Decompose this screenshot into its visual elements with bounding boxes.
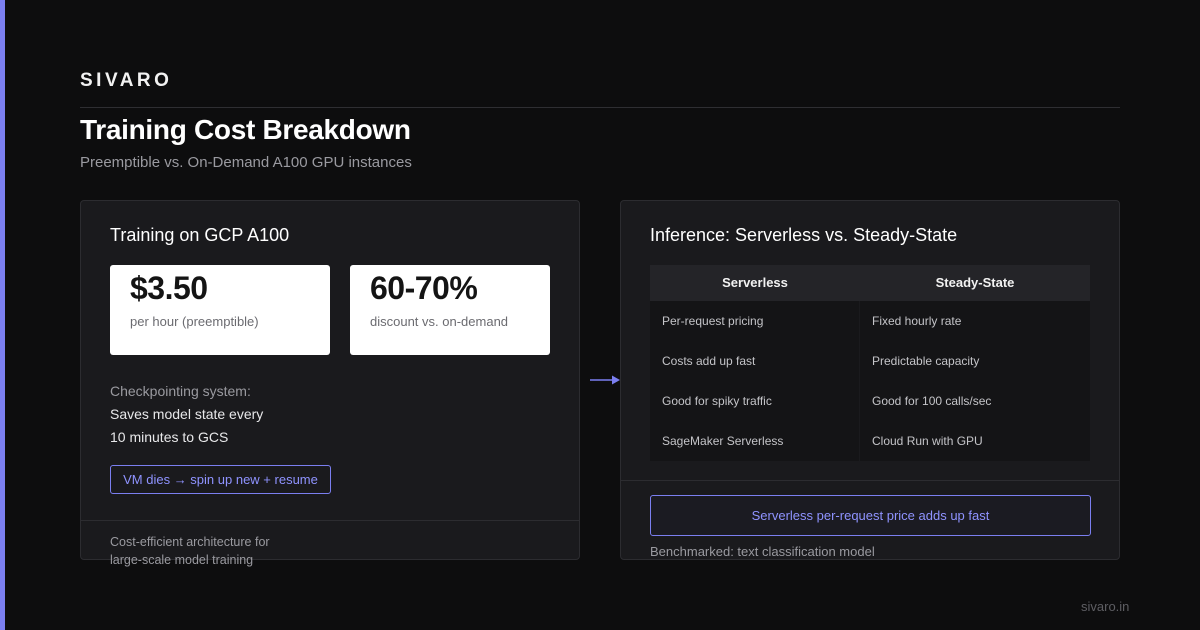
table-row: Per-request pricing Fixed hourly rate — [650, 301, 1090, 341]
right-arrow-icon — [590, 375, 620, 385]
panel-footer: Benchmarked: text classification model — [650, 544, 875, 559]
table-cell: Good for spiky traffic — [650, 381, 859, 421]
table-cell: Per-request pricing — [650, 301, 859, 341]
table-row: Costs add up fast Predictable capacity — [650, 341, 1090, 381]
checkpoint-text: 10 minutes to GCS — [110, 429, 229, 445]
table-header: Serverless — [650, 265, 860, 301]
stat-card-discount: 60-70% discount vs. on-demand — [350, 265, 550, 355]
panel-title: Training on GCP A100 — [110, 225, 290, 245]
table-cell: Predictable capacity — [860, 341, 1090, 381]
checkpoint-text: Saves model state every — [110, 406, 264, 422]
page-title: Training Cost Breakdown — [80, 114, 411, 145]
stat-value: 60-70% — [370, 270, 478, 306]
page-subtitle: Preemptible vs. On-Demand A100 GPU insta… — [80, 154, 412, 171]
table-row: Good for spiky traffic Good for 100 call… — [650, 381, 1090, 421]
table-cell: SageMaker Serverless — [650, 421, 859, 461]
callout-banner: Serverless per-request price adds up fas… — [650, 495, 1091, 536]
panel-footer: Cost-efficient architecture for large-sc… — [110, 533, 270, 569]
inference-panel: Inference: Serverless vs. Steady-State S… — [620, 200, 1120, 560]
table-row: SageMaker Serverless Cloud Run with GPU — [650, 421, 1090, 461]
table-header: Steady-State — [860, 265, 1090, 301]
header-divider — [80, 107, 1120, 108]
stat-card-price: $3.50 per hour (preemptible) — [110, 265, 330, 355]
brand-logo: SIVARO — [80, 70, 173, 91]
stat-label: discount vs. on-demand — [370, 314, 509, 329]
comparison-table: Serverless Steady-State Per-request pric… — [650, 265, 1090, 461]
footer-line: large-scale model training — [110, 553, 254, 567]
table-cell: Good for 100 calls/sec — [860, 381, 1090, 421]
resume-pill-button[interactable]: VM dies → spin up new + resume — [110, 465, 331, 494]
panel-divider — [621, 480, 1119, 481]
accent-bar — [0, 0, 5, 630]
footer-line: Cost-efficient architecture for — [110, 535, 270, 549]
table-cell: Fixed hourly rate — [860, 301, 1090, 341]
panel-divider — [81, 520, 579, 521]
checkpoint-label: Checkpointing system: — [110, 383, 251, 399]
site-url: sivaro.in — [1081, 599, 1130, 614]
table-cell: Cloud Run with GPU — [860, 421, 1090, 461]
panel-title: Inference: Serverless vs. Steady-State — [650, 225, 958, 245]
stat-value: $3.50 — [130, 270, 208, 306]
table-cell: Costs add up fast — [650, 341, 859, 381]
stat-label: per hour (preemptible) — [130, 314, 259, 329]
training-panel: Training on GCP A100 $3.50 per hour (pre… — [80, 200, 580, 567]
